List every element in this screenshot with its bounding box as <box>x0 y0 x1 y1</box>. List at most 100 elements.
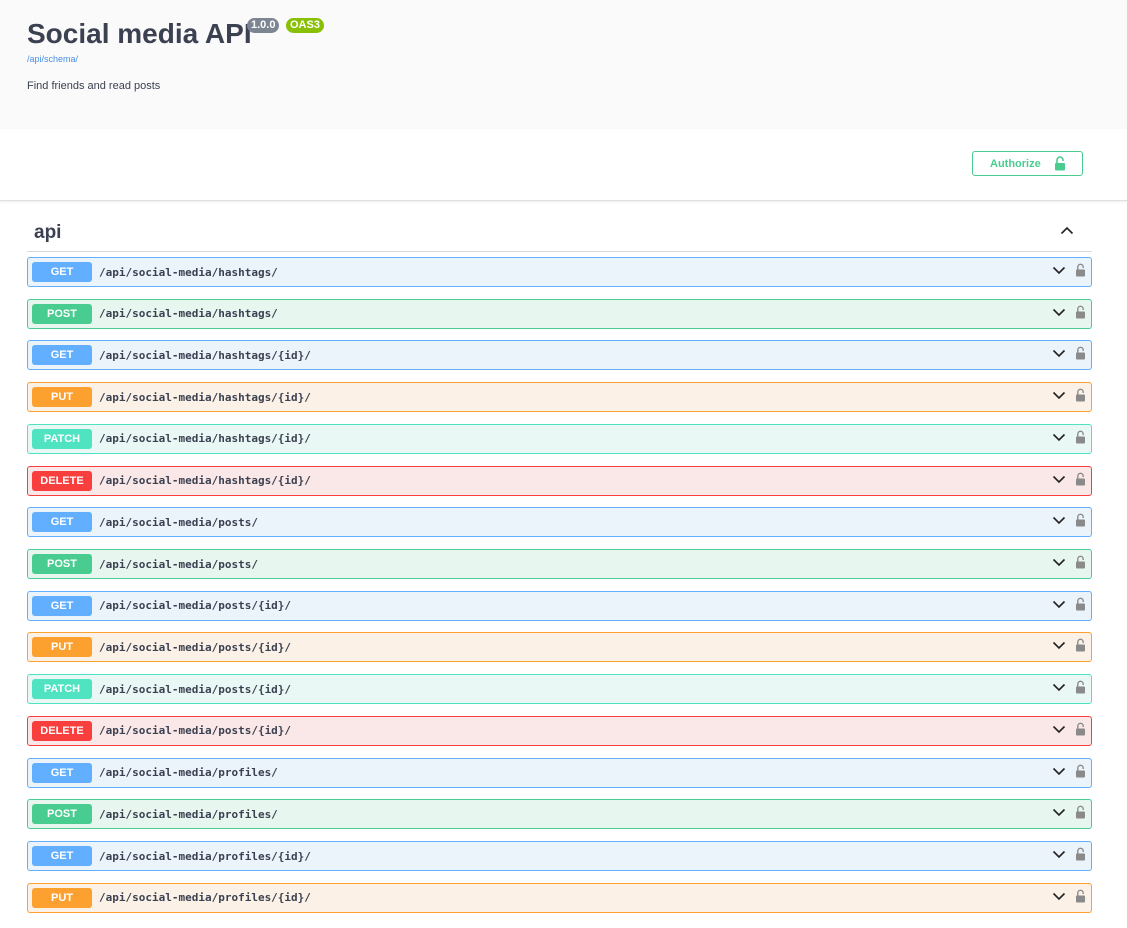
chevron-down-icon[interactable] <box>1052 805 1066 819</box>
method-badge: PATCH <box>32 679 92 700</box>
lock-icon[interactable] <box>1075 263 1086 277</box>
lock-icon[interactable] <box>1075 847 1086 861</box>
oas-badge: OAS3 <box>286 18 324 33</box>
chevron-down-icon[interactable] <box>1052 597 1066 611</box>
operation-row[interactable]: GET/api/social-media/posts/{id}/ <box>27 590 1092 621</box>
method-badge: PUT <box>32 887 92 908</box>
chevron-down-icon[interactable] <box>1052 263 1066 277</box>
lock-icon[interactable] <box>1075 388 1086 402</box>
operation-row[interactable]: POST/api/social-media/hashtags/ <box>27 298 1092 329</box>
chevron-down-icon[interactable] <box>1052 722 1066 736</box>
operation-row[interactable]: GET/api/social-media/profiles/ <box>27 757 1092 788</box>
lock-icon[interactable] <box>1075 764 1086 778</box>
lock-icon[interactable] <box>1075 305 1086 319</box>
operation-controls <box>1052 263 1086 277</box>
operation-controls <box>1052 680 1086 694</box>
tag-name: api <box>34 221 62 243</box>
method-badge: POST <box>32 303 92 324</box>
operation-row[interactable]: POST/api/social-media/profiles/ <box>27 799 1092 830</box>
operation-row[interactable]: PUT/api/social-media/hashtags/{id}/ <box>27 382 1092 413</box>
method-badge: DELETE <box>32 720 92 741</box>
lock-icon[interactable] <box>1075 430 1086 444</box>
operation-path: /api/social-media/profiles/ <box>99 807 278 821</box>
method-badge: POST <box>32 554 92 575</box>
schema-link[interactable]: /api/schema/ <box>27 54 78 64</box>
operation-row[interactable]: DELETE/api/social-media/hashtags/{id}/ <box>27 465 1092 496</box>
operation-row[interactable]: POST/api/social-media/posts/ <box>27 549 1092 580</box>
method-badge: GET <box>32 762 92 783</box>
chevron-down-icon[interactable] <box>1052 638 1066 652</box>
operation-row[interactable]: PATCH/api/social-media/posts/{id}/ <box>27 674 1092 705</box>
operation-path: /api/social-media/hashtags/ <box>99 265 278 279</box>
chevron-down-icon[interactable] <box>1052 764 1066 778</box>
chevron-down-icon[interactable] <box>1052 472 1066 486</box>
api-description: Find friends and read posts <box>27 80 161 92</box>
operation-path: /api/social-media/profiles/ <box>99 766 278 780</box>
operation-row[interactable]: GET/api/social-media/hashtags/{id}/ <box>27 340 1092 371</box>
method-badge: GET <box>32 846 92 867</box>
operation-path: /api/social-media/hashtags/{id}/ <box>99 390 311 404</box>
operation-row[interactable]: PUT/api/social-media/profiles/{id}/ <box>27 882 1092 913</box>
lock-icon[interactable] <box>1075 472 1086 486</box>
version-badge: 1.0.0 <box>247 18 280 33</box>
chevron-down-icon[interactable] <box>1052 388 1066 402</box>
lock-icon[interactable] <box>1075 346 1086 360</box>
operation-path: /api/social-media/posts/ <box>99 515 258 529</box>
operation-path: /api/social-media/posts/{id}/ <box>99 640 292 654</box>
operation-row[interactable]: GET/api/social-media/profiles/{id}/ <box>27 841 1092 872</box>
operation-row[interactable]: PATCH/api/social-media/hashtags/{id}/ <box>27 423 1092 454</box>
operation-path: /api/social-media/profiles/{id}/ <box>99 891 311 905</box>
method-badge: POST <box>32 804 92 825</box>
chevron-down-icon[interactable] <box>1052 513 1066 527</box>
lock-icon[interactable] <box>1075 513 1086 527</box>
operation-path: /api/social-media/posts/ <box>99 557 258 571</box>
chevron-down-icon[interactable] <box>1052 680 1066 694</box>
chevron-down-icon[interactable] <box>1052 305 1066 319</box>
operation-row[interactable]: GET/api/social-media/hashtags/ <box>27 257 1092 287</box>
operation-controls <box>1052 472 1086 486</box>
operation-controls <box>1052 638 1086 652</box>
operation-path: /api/social-media/posts/{id}/ <box>99 599 292 613</box>
lock-icon[interactable] <box>1075 597 1086 611</box>
unlocked-icon <box>1054 156 1066 171</box>
operation-controls <box>1052 764 1086 778</box>
scheme-container: Authorize <box>0 129 1127 201</box>
tag-section-header[interactable]: api <box>27 214 1092 252</box>
operation-path: /api/social-media/posts/{id}/ <box>99 682 292 696</box>
lock-icon[interactable] <box>1075 555 1086 569</box>
authorize-label: Authorize <box>990 157 1041 170</box>
operation-path: /api/social-media/hashtags/{id}/ <box>99 348 311 362</box>
lock-icon[interactable] <box>1075 638 1086 652</box>
operation-path: /api/social-media/hashtags/ <box>99 307 278 321</box>
operation-controls <box>1052 346 1086 360</box>
operation-path: /api/social-media/hashtags/{id}/ <box>99 474 311 488</box>
authorize-button[interactable]: Authorize <box>972 151 1083 176</box>
method-badge: GET <box>32 345 92 366</box>
chevron-up-icon[interactable] <box>1060 224 1074 238</box>
operation-row[interactable]: DELETE/api/social-media/posts/{id}/ <box>27 715 1092 746</box>
operation-path: /api/social-media/posts/{id}/ <box>99 724 292 738</box>
operation-controls <box>1052 597 1086 611</box>
operation-controls <box>1052 805 1086 819</box>
operation-controls <box>1052 889 1086 903</box>
chevron-down-icon[interactable] <box>1052 430 1066 444</box>
operation-row[interactable]: GET/api/social-media/posts/ <box>27 507 1092 538</box>
operation-controls <box>1052 722 1086 736</box>
chevron-down-icon[interactable] <box>1052 889 1066 903</box>
operation-row[interactable]: PUT/api/social-media/posts/{id}/ <box>27 632 1092 663</box>
operation-controls <box>1052 388 1086 402</box>
method-badge: GET <box>32 512 92 533</box>
method-badge: PUT <box>32 637 92 658</box>
lock-icon[interactable] <box>1075 889 1086 903</box>
chevron-down-icon[interactable] <box>1052 346 1066 360</box>
operation-path: /api/social-media/hashtags/{id}/ <box>99 432 311 446</box>
chevron-down-icon[interactable] <box>1052 847 1066 861</box>
operation-controls <box>1052 555 1086 569</box>
lock-icon[interactable] <box>1075 722 1086 736</box>
operation-controls <box>1052 513 1086 527</box>
lock-icon[interactable] <box>1075 805 1086 819</box>
lock-icon[interactable] <box>1075 680 1086 694</box>
chevron-down-icon[interactable] <box>1052 555 1066 569</box>
method-badge: PATCH <box>32 428 92 449</box>
operation-controls <box>1052 305 1086 319</box>
